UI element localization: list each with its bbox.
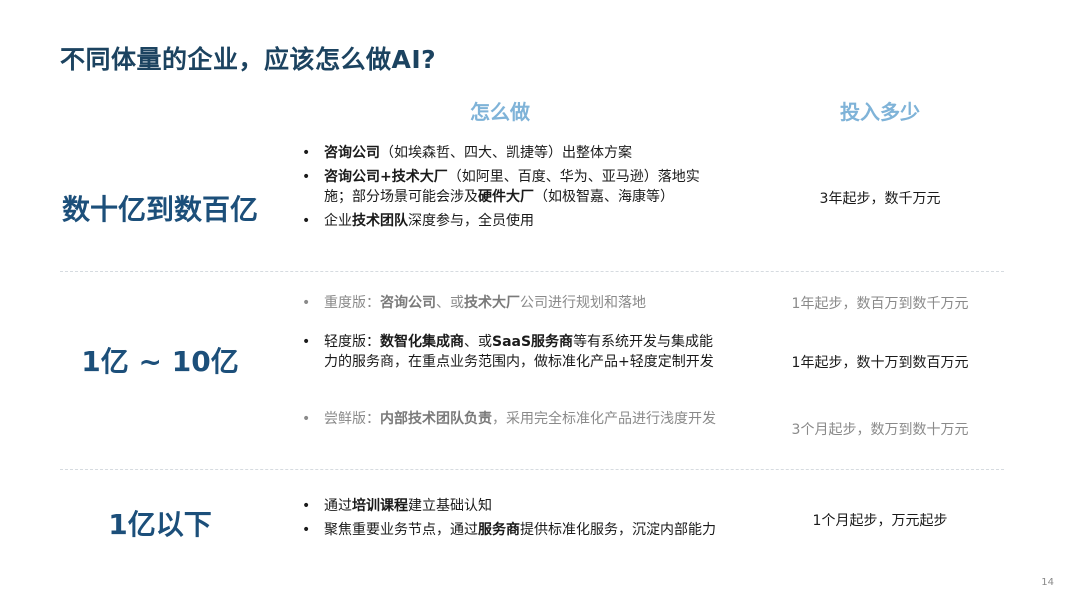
tier2-light-list: 轻度版：数智化集成商、或SaaS服务商等有系统开发与集成能力的服务商，在重点业务… xyxy=(300,332,720,372)
list-item: 通过培训课程建立基础认知 xyxy=(300,496,720,516)
tier1-cost: 3年起步，数千万元 xyxy=(819,191,941,207)
column-header-cost: 投入多少 xyxy=(840,100,920,124)
tier1-approach-list: 咨询公司（如埃森哲、四大、凯捷等）出整体方案 咨询公司+技术大厂（如阿里、百度、… xyxy=(300,143,720,235)
column-header-how: 怎么做 xyxy=(470,100,530,124)
divider xyxy=(60,271,1004,272)
tier3-approach-list: 通过培训课程建立基础认知 聚焦重要业务节点，通过服务商提供标准化服务，沉淀内部能… xyxy=(300,496,720,544)
list-item: 咨询公司（如埃森哲、四大、凯捷等）出整体方案 xyxy=(300,143,720,163)
list-item: 尝鲜版：内部技术团队负责，采用完全标准化产品进行浅度开发 xyxy=(300,409,720,429)
tier-label-large: 数十亿到数百亿 xyxy=(61,193,258,226)
page-title: 不同体量的企业，应该怎么做AI? xyxy=(60,45,437,74)
tier2-trial-cost: 3个月起步，数万到数十万元 xyxy=(791,422,969,438)
tier2-trial-list: 尝鲜版：内部技术团队负责，采用完全标准化产品进行浅度开发 xyxy=(300,409,720,429)
page-number: 14 xyxy=(1041,577,1054,588)
tier-label-small: 1亿以下 xyxy=(108,508,212,541)
tier2-heavy-cost: 1年起步，数百万到数千万元 xyxy=(791,296,969,312)
divider xyxy=(60,469,1004,470)
list-item: 企业技术团队深度参与，全员使用 xyxy=(300,211,720,231)
list-item: 轻度版：数智化集成商、或SaaS服务商等有系统开发与集成能力的服务商，在重点业务… xyxy=(300,332,720,372)
tier2-light-cost: 1年起步，数十万到数百万元 xyxy=(791,355,969,371)
tier2-heavy-list: 重度版：咨询公司、或技术大厂公司进行规划和落地 xyxy=(300,293,720,313)
list-item: 重度版：咨询公司、或技术大厂公司进行规划和落地 xyxy=(300,293,720,313)
list-item: 咨询公司+技术大厂（如阿里、百度、华为、亚马逊）落地实施；部分场景可能会涉及硬件… xyxy=(300,167,720,207)
tier-label-medium: 1亿 ~ 10亿 xyxy=(81,345,239,378)
list-item: 聚焦重要业务节点，通过服务商提供标准化服务，沉淀内部能力 xyxy=(300,520,720,540)
tier3-cost: 1个月起步，万元起步 xyxy=(812,513,948,529)
